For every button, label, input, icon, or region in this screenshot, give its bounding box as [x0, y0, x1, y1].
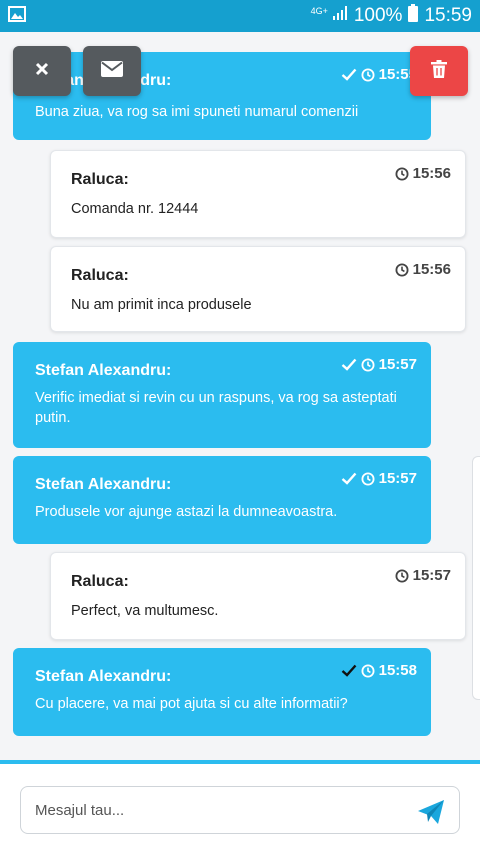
message-sender: Stefan Alexandru: — [35, 476, 172, 493]
read-check-icon — [341, 472, 357, 485]
message-sender: Raluca: — [71, 573, 129, 590]
status-bar: 4G+ 100% 15:59 — [0, 0, 480, 32]
battery-icon — [408, 4, 419, 28]
message-outgoing: Stefan Alexandru: 15:58 Cu placere, va m… — [13, 648, 431, 736]
message-input[interactable] — [35, 801, 395, 819]
message-incoming: Raluca: 15:56 Nu am primit inca produsel… — [50, 246, 466, 332]
close-button[interactable] — [13, 46, 71, 96]
clock-icon — [361, 664, 375, 678]
message-time: 15:56 — [412, 261, 451, 278]
message-time: 15:57 — [378, 470, 417, 487]
message-meta: 15:58 — [341, 662, 417, 679]
clock-icon — [395, 569, 409, 583]
message-sender: Raluca: — [71, 171, 129, 188]
message-text: Produsele vor ajunge astazi la dumneavoa… — [35, 504, 338, 520]
message-time: 15:58 — [378, 662, 417, 679]
clock-time: 15:59 — [424, 5, 472, 26]
envelope-icon — [101, 60, 123, 82]
message-meta: 15:57 — [341, 356, 417, 373]
chat-screen: 4G+ 100% 15:59 Stefan Alexandru: 15:55 B… — [0, 0, 480, 854]
message-time: 15:57 — [412, 567, 451, 584]
read-check-icon — [341, 68, 357, 81]
message-text: Comanda nr. 12444 — [71, 201, 199, 217]
message-meta: 15:57 — [341, 470, 417, 487]
message-time: 15:57 — [378, 356, 417, 373]
clock-icon — [395, 263, 409, 277]
message-sender: Stefan Alexandru: — [35, 668, 172, 685]
message-meta: 15:56 — [395, 165, 451, 182]
message-meta: 15:55 — [341, 66, 417, 83]
clock-icon — [361, 358, 375, 372]
message-time: 15:56 — [412, 165, 451, 182]
message-text: Verific imediat si revin cu un raspuns, … — [35, 390, 397, 426]
message-sender: Raluca: — [71, 267, 129, 284]
message-outgoing: Stefan Alexandru: 15:55 Buna ziua, va ro… — [13, 52, 431, 140]
signal-icon — [332, 5, 348, 27]
close-icon — [35, 62, 49, 81]
email-button[interactable] — [83, 46, 141, 96]
trash-icon — [431, 59, 447, 83]
message-sender: Stefan Alexandru: — [35, 362, 172, 379]
message-text: Nu am primit inca produsele — [71, 297, 252, 313]
message-text: Buna ziua, va rog sa imi spuneti numarul… — [35, 104, 359, 120]
clock-icon — [395, 167, 409, 181]
message-outgoing: Stefan Alexandru: 15:57 Verific imediat … — [13, 342, 431, 448]
battery-percent: 100% — [353, 5, 403, 26]
message-composer — [0, 764, 480, 854]
message-outgoing: Stefan Alexandru: 15:57 Produsele vor aj… — [13, 456, 431, 544]
send-icon — [418, 800, 444, 824]
delete-button[interactable] — [410, 46, 468, 96]
message-meta: 15:56 — [395, 261, 451, 278]
clock-icon — [361, 68, 375, 82]
message-input-box[interactable] — [20, 786, 460, 834]
message-text: Perfect, va multumesc. — [71, 603, 219, 619]
network-type: 4G+ — [310, 5, 328, 16]
message-incoming: Raluca: 15:56 Comanda nr. 12444 — [50, 150, 466, 238]
read-check-icon — [341, 358, 357, 371]
sent-check-icon — [341, 664, 357, 677]
side-panel-edge[interactable] — [472, 456, 480, 700]
message-list[interactable]: Stefan Alexandru: 15:55 Buna ziua, va ro… — [0, 32, 480, 760]
clock-icon — [361, 472, 375, 486]
send-button[interactable] — [417, 798, 445, 826]
gallery-notification-icon — [8, 5, 26, 27]
message-incoming: Raluca: 15:57 Perfect, va multumesc. — [50, 552, 466, 640]
message-text: Cu placere, va mai pot ajuta si cu alte … — [35, 696, 348, 712]
message-meta: 15:57 — [395, 567, 451, 584]
